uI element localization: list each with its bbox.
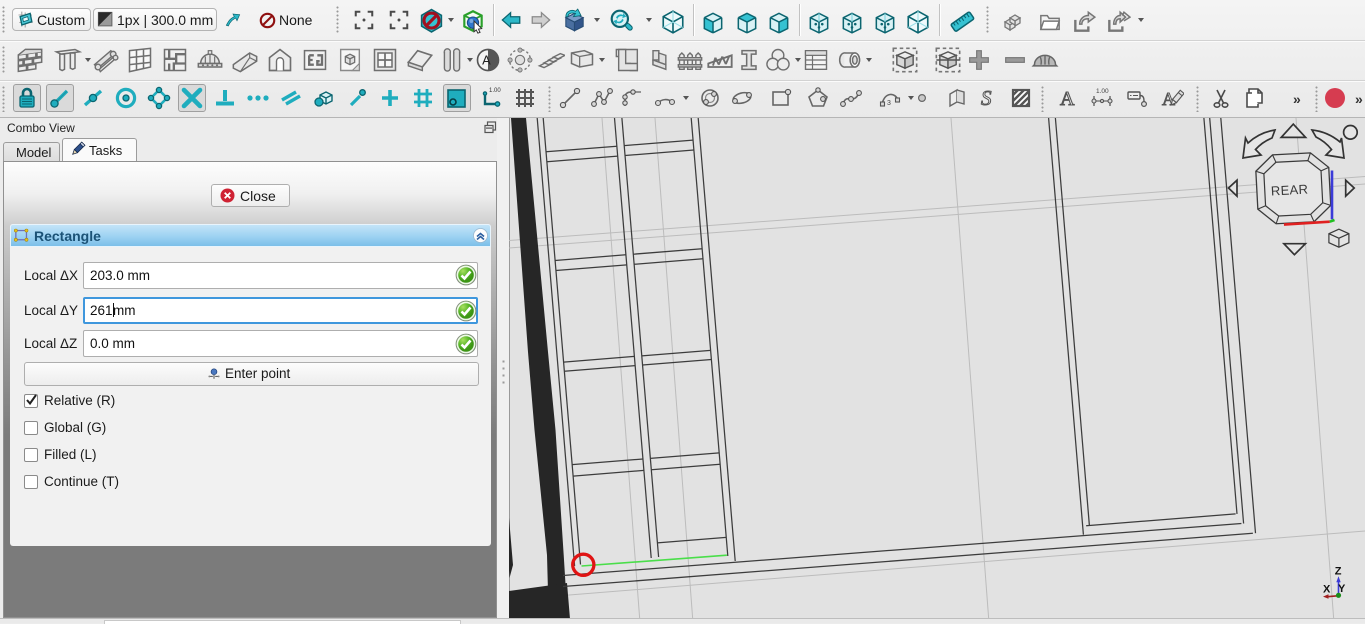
svg-text:S: S [981, 86, 992, 110]
svg-text:Z: Z [1335, 565, 1342, 577]
svg-text:1.00: 1.00 [1096, 88, 1109, 95]
svg-text:A: A [1060, 88, 1075, 110]
svg-text:X: X [1323, 583, 1331, 595]
svg-text:1.00: 1.00 [489, 88, 501, 94]
svg-text:3: 3 [887, 100, 891, 107]
svg-text:REAR: REAR [1271, 182, 1309, 199]
svg-text:Y: Y [1338, 583, 1346, 595]
svg-text:A: A [482, 53, 491, 68]
